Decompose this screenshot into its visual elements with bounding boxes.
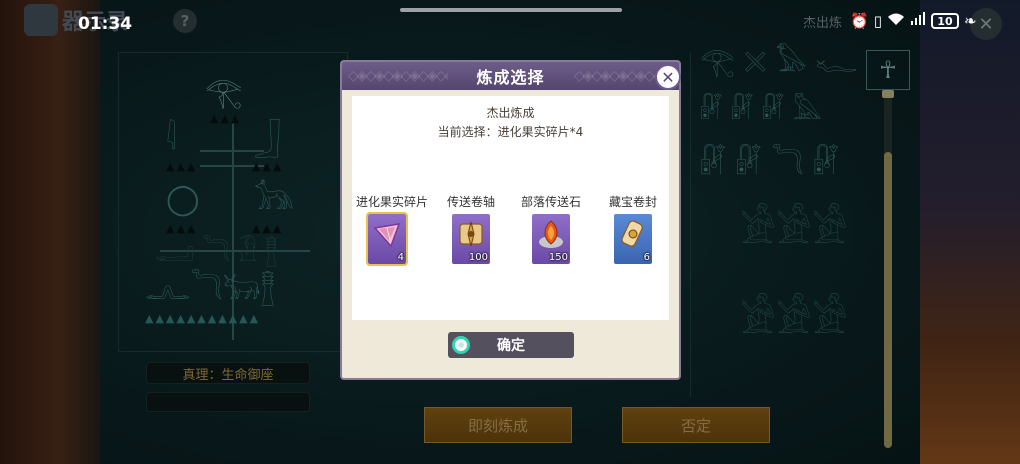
wifi-icon [887,12,905,30]
gesture-handle [400,8,622,12]
item-name: 传送卷轴 [446,195,495,209]
item-slot[interactable]: 4 [366,212,408,266]
dialog-body: 杰出炼成 当前选择：进化果实碎片*4 进化果实碎片 4 传送卷轴 100 部落传… [352,96,669,320]
battery-icon: 10 [930,13,959,29]
header-pattern: ◇◈◇◈◇◈◇◈◇◈◇◈ [348,68,448,84]
teleport-scroll-icon [459,221,483,247]
status-icons: ⏰ ▯ 10 ❧ [850,12,977,30]
status-time: 01:34 [78,14,133,34]
treasure-scroll-icon [621,220,643,247]
alarm-icon: ⏰ [850,12,869,30]
dialog-title: 炼成选择 [476,68,545,87]
refine-select-dialog: ◇◈◇◈◇◈◇◈◇◈◇◈ ◇◈◇◈◇◈◇◈◇◈◇◈ 炼成选择 ✕ 杰出炼成 当前… [340,60,681,380]
current-selection: 当前选择：进化果实碎片*4 [437,125,584,139]
close-icon[interactable]: ✕ [655,64,681,90]
dialog-subtitle: 杰出炼成 [486,106,535,120]
dialog-header: ◇◈◇◈◇◈◇◈◇◈◇◈ ◇◈◇◈◇◈◇◈◇◈◇◈ 炼成选择 [342,62,679,90]
item-count: 4 [397,252,404,263]
item-option[interactable]: 藏宝卷封 6 [602,193,664,264]
tribe-teleport-stone-icon [539,220,563,248]
confirm-button[interactable]: 确定 [448,332,574,358]
item-name: 进化果实碎片 [356,195,429,209]
leaf-icon: ❧ [963,12,977,30]
item-slot[interactable]: 150 [532,214,570,264]
item-option[interactable]: 传送卷轴 100 [440,193,502,264]
item-count: 150 [548,252,568,263]
item-option[interactable]: 进化果实碎片 4 [356,193,429,266]
item-name: 部落传送石 [520,195,581,209]
item-count: 6 [643,252,650,263]
fruit-shard-icon [373,223,401,248]
signal-icon [910,12,926,30]
confirm-label: 确定 [497,338,525,354]
item-count: 100 [468,252,488,263]
item-name: 藏宝卷封 [608,195,657,209]
item-slot[interactable]: 100 [452,214,490,264]
vibrate-icon: ▯ [873,12,882,30]
confirm-radio-icon [452,336,470,354]
item-slot[interactable]: 6 [614,214,652,264]
item-option[interactable]: 部落传送石 150 [520,193,582,264]
